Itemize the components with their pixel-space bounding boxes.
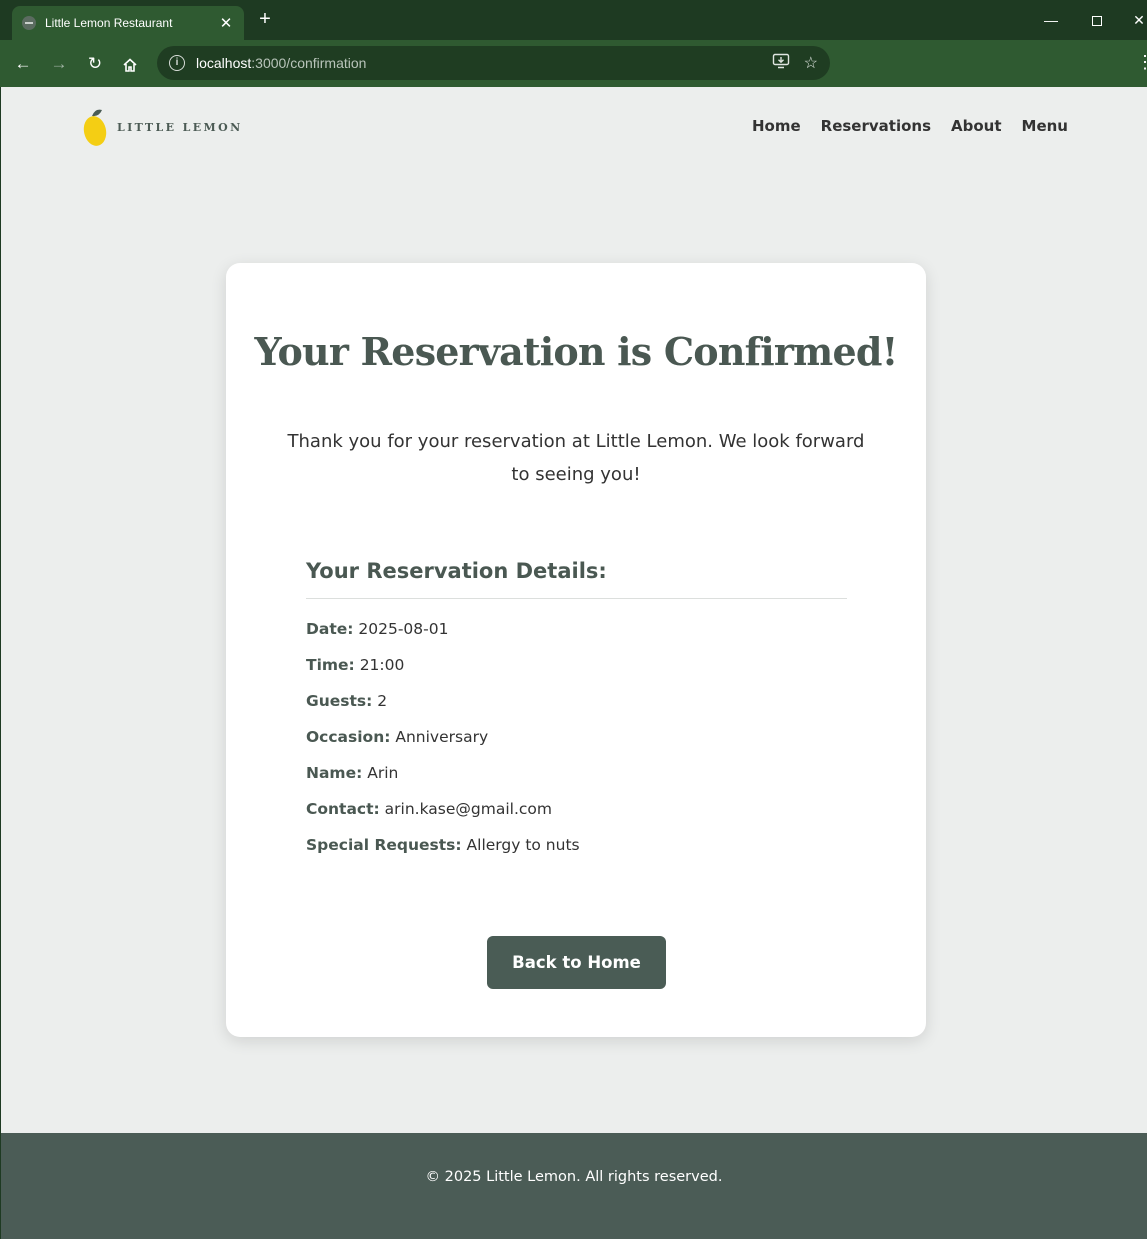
detail-row-special-requests: Special Requests: Allergy to nuts	[306, 827, 847, 863]
main-nav: Home Reservations About Menu	[752, 117, 1068, 135]
browser-toolbar: ← → ↻ i localhost:3000/confirmation ☆ ⋮	[0, 40, 1147, 87]
nav-reservations-link[interactable]: Reservations	[821, 117, 931, 135]
detail-row-contact: Contact: arin.kase@gmail.com	[306, 791, 847, 827]
site-header: LITTLE LEMON Home Reservations About Men…	[1, 87, 1147, 167]
tab-favicon-icon	[22, 16, 36, 30]
detail-label: Date:	[306, 620, 354, 638]
lemon-logo-icon	[83, 109, 107, 146]
detail-row-name: Name: Arin	[306, 755, 847, 791]
back-arrow-icon[interactable]: ←	[11, 52, 35, 76]
reservation-details: Your Reservation Details: Date: 2025-08-…	[306, 559, 847, 863]
detail-label: Special Requests:	[306, 836, 462, 854]
detail-value: 2	[377, 692, 388, 710]
browser-menu-icon[interactable]: ⋮	[1136, 52, 1147, 73]
detail-value: Anniversary	[395, 728, 489, 746]
tab-title: Little Lemon Restaurant	[45, 16, 173, 30]
logo-text: LITTLE LEMON	[117, 120, 243, 134]
tab-close-icon[interactable]: ✕	[218, 14, 234, 32]
page: LITTLE LEMON Home Reservations About Men…	[1, 87, 1147, 1239]
detail-label: Name:	[306, 764, 363, 782]
detail-row-occasion: Occasion: Anniversary	[306, 719, 847, 755]
url-host: localhost	[196, 55, 252, 71]
address-bar[interactable]: i localhost:3000/confirmation ☆	[157, 46, 830, 80]
window-close-button[interactable]: ✕	[1124, 6, 1147, 34]
url-path: :3000/confirmation	[251, 55, 367, 71]
nav-about-link[interactable]: About	[951, 117, 1002, 135]
confirmation-title: Your Reservation is Confirmed!	[254, 329, 898, 374]
home-icon[interactable]	[118, 52, 142, 76]
detail-value: Allergy to nuts	[466, 836, 580, 854]
detail-label: Time:	[306, 656, 355, 674]
confirmation-card: Your Reservation is Confirmed! Thank you…	[226, 263, 926, 1037]
nav-home-link[interactable]: Home	[752, 117, 801, 135]
browser-tab[interactable]: Little Lemon Restaurant ✕	[12, 6, 244, 40]
site-logo[interactable]: LITTLE LEMON	[83, 106, 243, 148]
detail-label: Guests:	[306, 692, 373, 710]
detail-value: Arin	[367, 764, 399, 782]
reload-icon[interactable]: ↻	[83, 52, 107, 76]
confirmation-message: Thank you for your reservation at Little…	[287, 431, 865, 485]
forward-arrow-icon[interactable]: →	[47, 52, 71, 76]
detail-value: 21:00	[359, 656, 405, 674]
detail-row-guests: Guests: 2	[306, 683, 847, 719]
detail-row-time: Time: 21:00	[306, 647, 847, 683]
bookmark-star-icon[interactable]: ☆	[804, 53, 818, 74]
window-minimize-button[interactable]: —	[1036, 6, 1066, 34]
detail-label: Contact:	[306, 800, 380, 818]
site-info-icon[interactable]: i	[169, 55, 185, 71]
detail-value: arin.kase@gmail.com	[384, 800, 552, 818]
detail-label: Occasion:	[306, 728, 391, 746]
browser-titlebar: Little Lemon Restaurant ✕ + — ✕	[0, 0, 1147, 40]
nav-menu-link[interactable]: Menu	[1022, 117, 1068, 135]
detail-row-date: Date: 2025-08-01	[306, 611, 847, 647]
back-to-home-button[interactable]: Back to Home	[487, 936, 666, 989]
site-footer: © 2025 Little Lemon. All rights reserved…	[1, 1133, 1147, 1239]
window-maximize-button[interactable]	[1082, 6, 1112, 34]
install-app-icon[interactable]	[772, 53, 790, 74]
detail-value: 2025-08-01	[358, 620, 449, 638]
footer-copyright: © 2025 Little Lemon. All rights reserved…	[425, 1169, 723, 1185]
details-heading: Your Reservation Details:	[306, 559, 847, 599]
new-tab-button[interactable]: +	[254, 8, 276, 30]
